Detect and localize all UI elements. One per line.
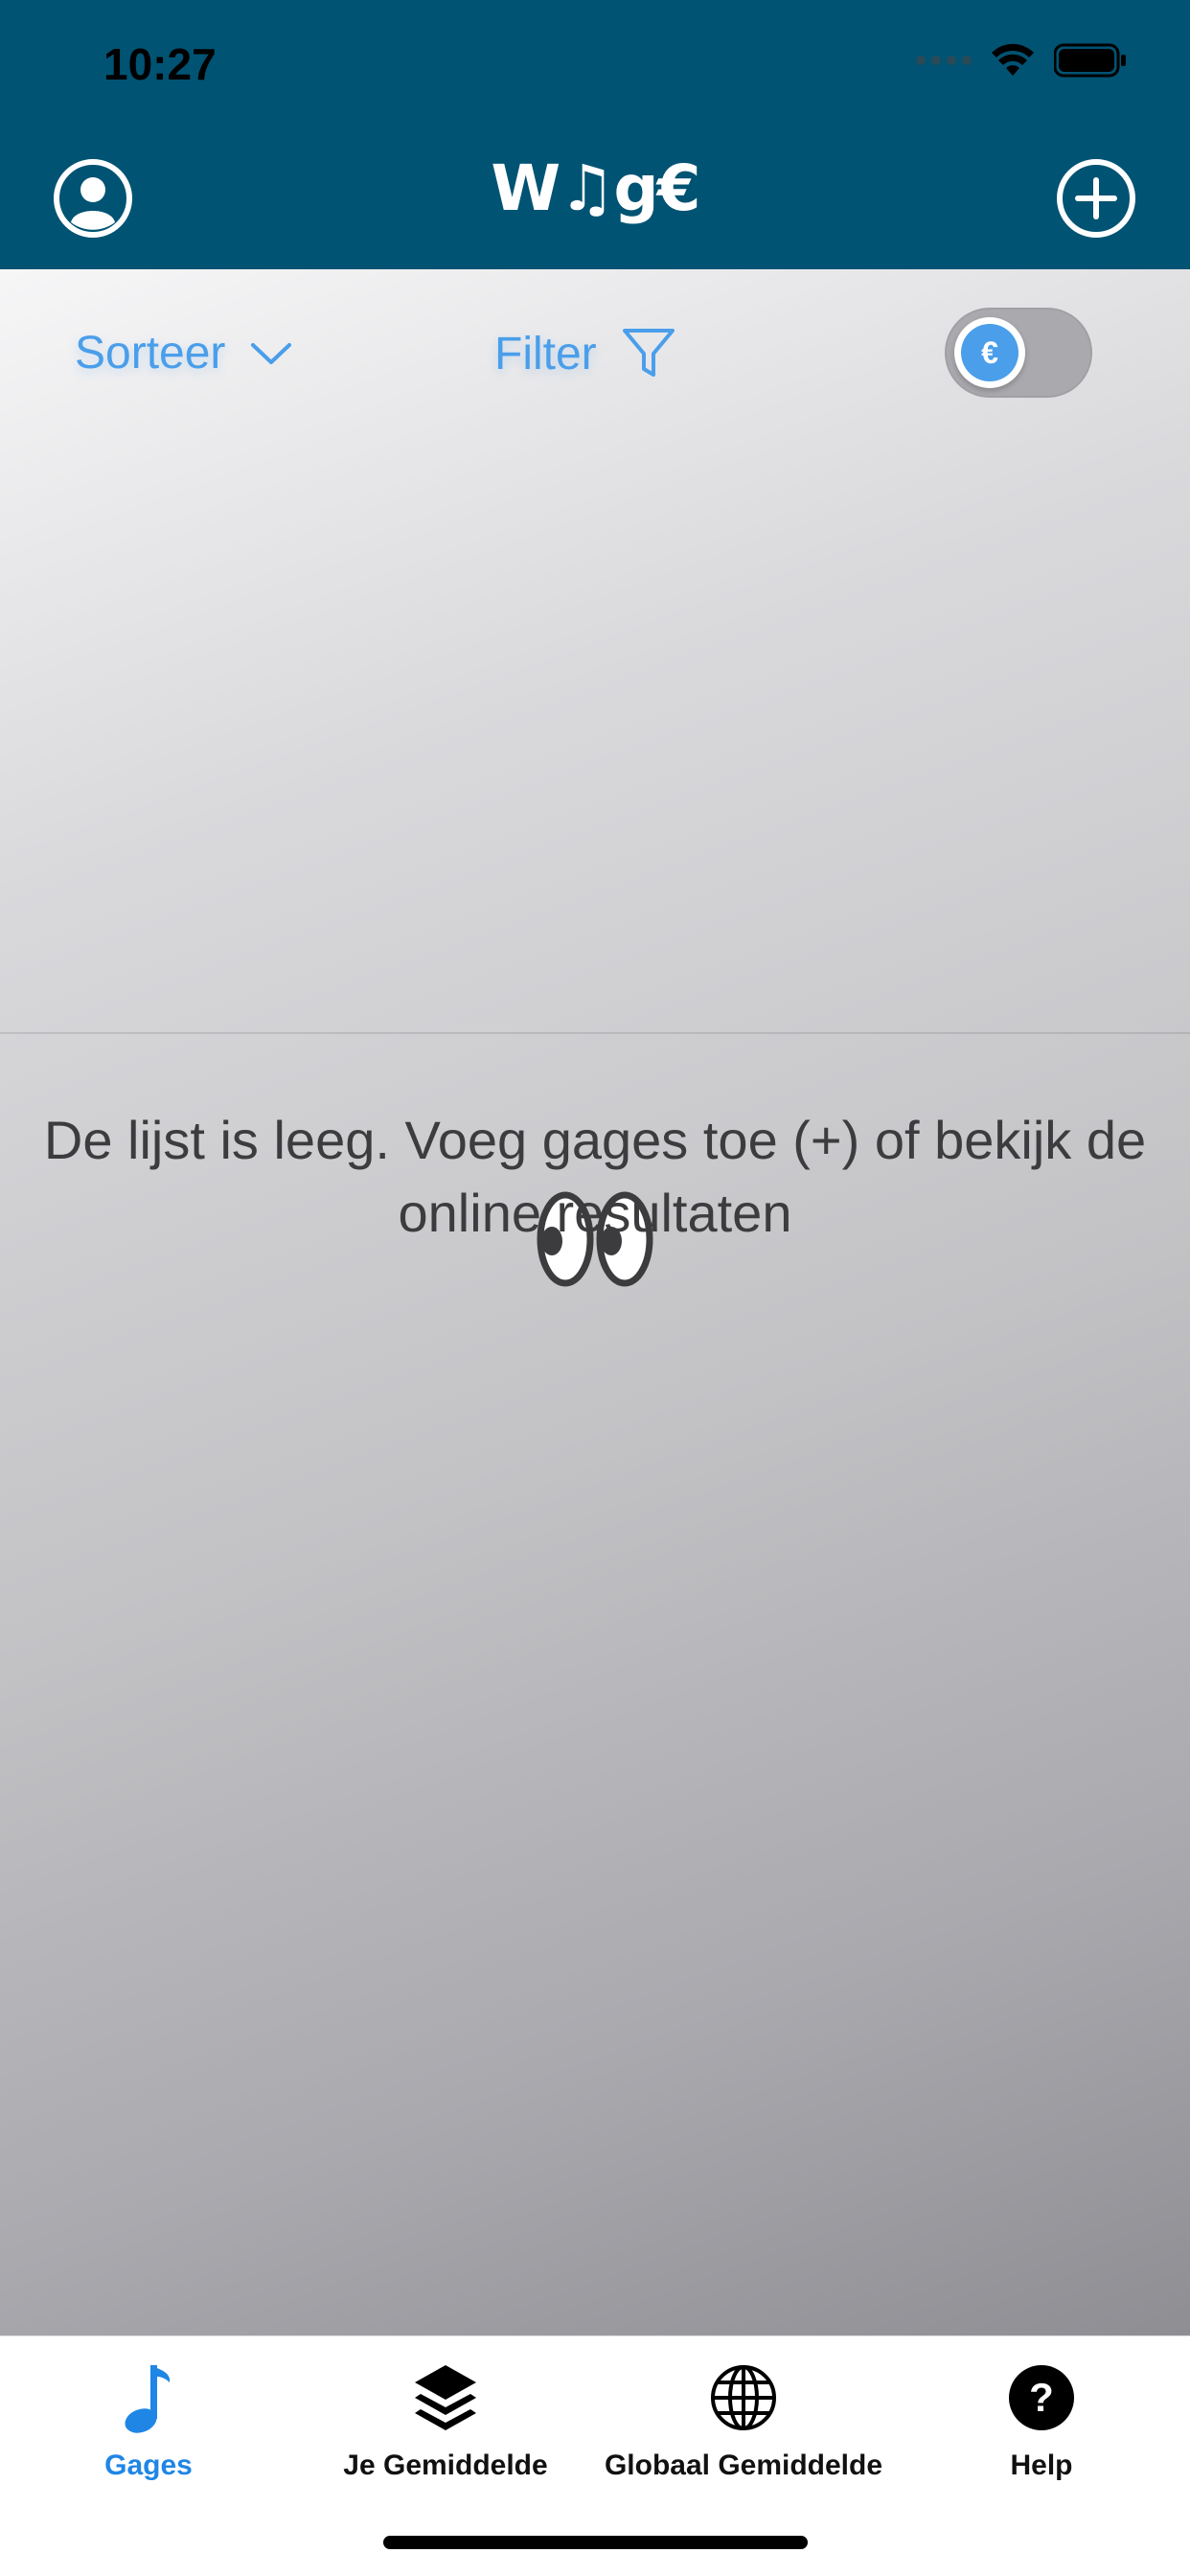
tab-gages[interactable]: Gages	[0, 2358, 302, 2482]
tab-je-gemiddelde[interactable]: Je Gemiddelde	[292, 2358, 599, 2482]
filter-icon	[622, 329, 675, 377]
help-icon: ?	[1009, 2365, 1074, 2430]
toggle-knob: €	[954, 317, 1025, 388]
currency-toggle[interactable]: €	[945, 308, 1092, 398]
add-circle-icon	[1057, 159, 1135, 238]
gages-list-area: Sorteer Filter € De lijst is leeg. Voeg …	[0, 269, 1190, 2335]
tab-globaal-gemiddelde[interactable]: Globaal Gemiddelde	[590, 2358, 897, 2482]
home-indicator[interactable]	[383, 2536, 808, 2549]
empty-state-message: De lijst is leeg. Voeg gages toe (+) of …	[43, 1110, 1147, 1243]
sort-button[interactable]: Sorteer	[75, 327, 292, 380]
app-logo: W♫g€	[491, 151, 700, 225]
layers-icon	[415, 2365, 476, 2430]
cellular-signal-icon	[916, 56, 972, 65]
battery-icon	[1054, 43, 1126, 78]
tab-label: Je Gemiddelde	[343, 2450, 548, 2481]
add-gage-button[interactable]	[1055, 157, 1137, 240]
chevron-down-icon	[251, 342, 292, 364]
music-note-icon	[125, 2365, 170, 2433]
filter-label: Filter	[494, 328, 597, 380]
tab-label: Globaal Gemiddelde	[604, 2450, 883, 2481]
tab-help[interactable]: ? Help	[888, 2358, 1190, 2482]
filter-button[interactable]: Filter	[494, 327, 675, 380]
divider	[0, 1032, 1190, 1034]
app-header: 10:27 W♫g€	[0, 0, 1190, 269]
tab-label: Gages	[104, 2450, 193, 2481]
status-icons	[916, 43, 1127, 78]
euro-icon: €	[961, 324, 1018, 381]
status-time: 10:27	[103, 39, 217, 89]
wifi-icon	[992, 43, 1034, 76]
sort-label: Sorteer	[75, 328, 226, 379]
globe-icon	[711, 2365, 776, 2430]
svg-text:?: ?	[1029, 2375, 1054, 2420]
tab-label: Help	[1010, 2450, 1073, 2481]
